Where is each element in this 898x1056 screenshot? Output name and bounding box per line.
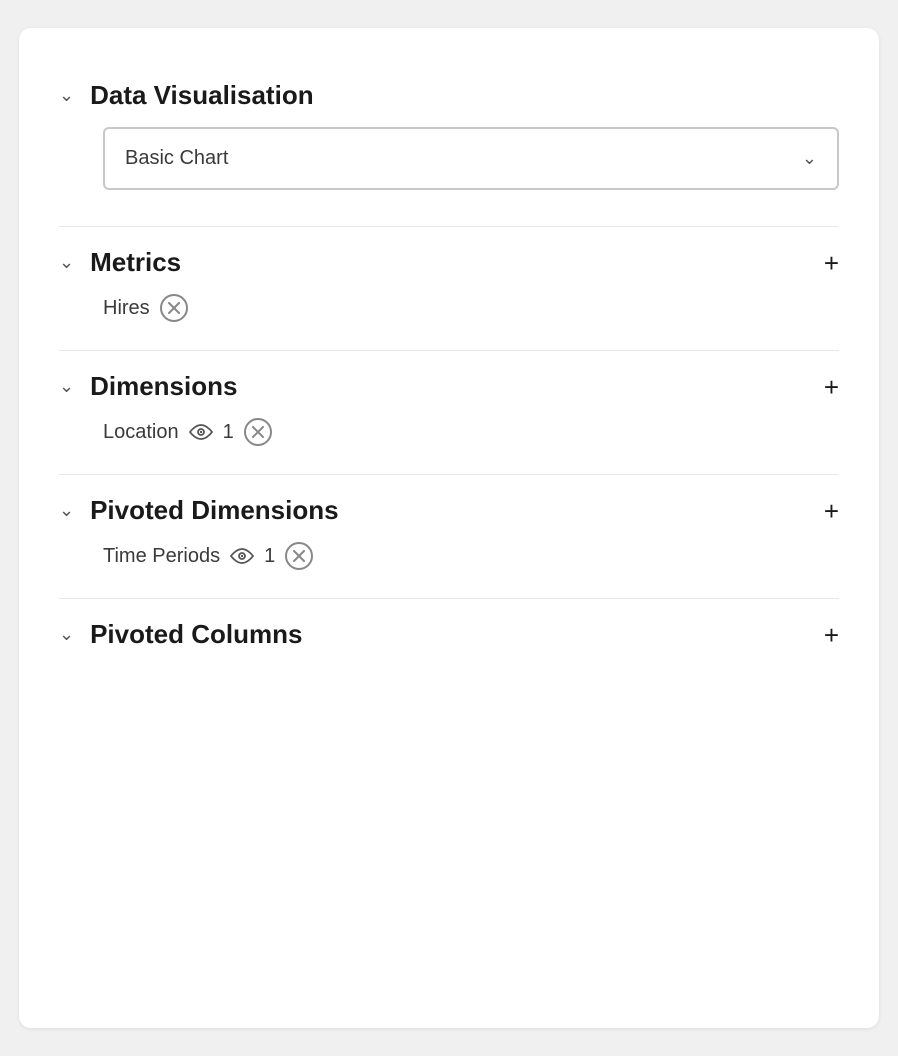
- dropdown-chevron-icon: ⌄: [802, 148, 817, 169]
- section-title-data-visualisation: Data Visualisation: [90, 80, 314, 111]
- chevron-down-icon-metrics[interactable]: ⌄: [59, 252, 74, 273]
- section-dimensions: ⌄ Dimensions + Location 1: [59, 351, 839, 466]
- close-x-icon-location: [252, 426, 264, 438]
- dropdown-selected-value: Basic Chart: [125, 147, 228, 170]
- add-pivoted-column-button[interactable]: +: [824, 622, 839, 648]
- section-title-pivoted-dimensions: Pivoted Dimensions: [90, 495, 339, 526]
- chevron-down-icon-pivoted-dimensions[interactable]: ⌄: [59, 500, 74, 521]
- eye-svg-icon: [189, 423, 213, 441]
- section-header-pivoted-dimensions-left: ⌄ Pivoted Dimensions: [59, 495, 339, 526]
- section-header-pivoted-dimensions: ⌄ Pivoted Dimensions +: [59, 475, 839, 542]
- section-header-dimensions-left: ⌄ Dimensions: [59, 371, 237, 402]
- visualisation-type-dropdown[interactable]: Basic Chart ⌄: [103, 127, 839, 190]
- section-content-dimensions: Location 1: [59, 418, 839, 466]
- metric-hires-label: Hires: [103, 297, 150, 320]
- remove-location-button[interactable]: [244, 418, 272, 446]
- location-count: 1: [223, 421, 234, 444]
- chevron-down-icon-pivoted-columns[interactable]: ⌄: [59, 624, 74, 645]
- section-title-dimensions: Dimensions: [90, 371, 237, 402]
- add-metric-button[interactable]: +: [824, 250, 839, 276]
- section-header-dimensions: ⌄ Dimensions +: [59, 351, 839, 418]
- section-header-left: ⌄ Data Visualisation: [59, 80, 314, 111]
- section-content-metrics: Hires: [59, 294, 839, 342]
- close-x-icon-time-periods: [293, 550, 305, 562]
- section-pivoted-dimensions: ⌄ Pivoted Dimensions + Time Periods 1: [59, 475, 839, 590]
- eye-svg-icon-time-periods: [230, 547, 254, 565]
- section-header-pivoted-columns-left: ⌄ Pivoted Columns: [59, 619, 302, 650]
- pivoted-dimension-time-periods-label: Time Periods: [103, 545, 220, 568]
- remove-time-periods-button[interactable]: [285, 542, 313, 570]
- location-visibility-icon[interactable]: [189, 423, 213, 441]
- panel: ⌄ Data Visualisation Basic Chart ⌄ ⌄ Met…: [19, 28, 879, 1028]
- dimension-location-label: Location: [103, 421, 179, 444]
- dimensions-tag-row: Location 1: [103, 418, 839, 446]
- time-periods-visibility-icon[interactable]: [230, 547, 254, 565]
- section-header-metrics-left: ⌄ Metrics: [59, 247, 181, 278]
- section-metrics: ⌄ Metrics + Hires: [59, 227, 839, 342]
- pivoted-dimensions-tag-row: Time Periods 1: [103, 542, 839, 570]
- section-title-pivoted-columns: Pivoted Columns: [90, 619, 302, 650]
- section-content-pivoted-dimensions: Time Periods 1: [59, 542, 839, 590]
- section-header-metrics: ⌄ Metrics +: [59, 227, 839, 294]
- chevron-down-icon-dimensions[interactable]: ⌄: [59, 376, 74, 397]
- remove-hires-button[interactable]: [160, 294, 188, 322]
- section-header-pivoted-columns: ⌄ Pivoted Columns +: [59, 599, 839, 666]
- time-periods-count: 1: [264, 545, 275, 568]
- metrics-tag-row: Hires: [103, 294, 839, 322]
- section-header-data-visualisation: ⌄ Data Visualisation: [59, 60, 839, 127]
- section-data-visualisation: ⌄ Data Visualisation Basic Chart ⌄: [59, 60, 839, 218]
- section-content-data-visualisation: Basic Chart ⌄: [59, 127, 839, 218]
- section-pivoted-columns: ⌄ Pivoted Columns +: [59, 599, 839, 666]
- close-x-icon: [168, 302, 180, 314]
- add-pivoted-dimension-button[interactable]: +: [824, 498, 839, 524]
- chevron-down-icon[interactable]: ⌄: [59, 85, 74, 106]
- add-dimension-button[interactable]: +: [824, 374, 839, 400]
- section-title-metrics: Metrics: [90, 247, 181, 278]
